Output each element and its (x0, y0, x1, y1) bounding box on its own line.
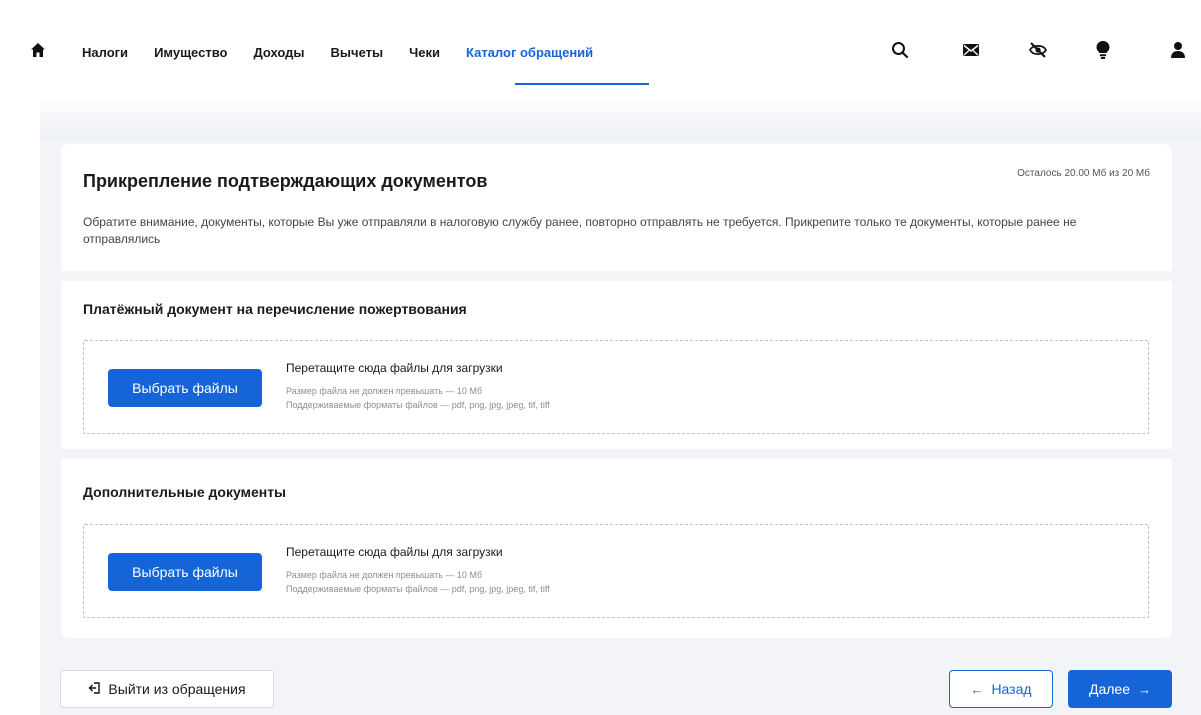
notice-text: Обратите внимание, документы, которые Вы… (83, 215, 1077, 246)
arrow-right-icon: → (1138, 681, 1151, 697)
back-button-label: Назад (991, 681, 1032, 697)
eye-off-icon[interactable] (1028, 40, 1048, 60)
nav-item-appeals-catalog[interactable]: Каталог обращений (466, 45, 593, 60)
file-size-hint: Размер файла не должен превышать — 10 Мб (286, 570, 483, 580)
choose-files-button[interactable]: Выбрать файлы (108, 369, 262, 407)
lightbulb-icon[interactable] (1093, 40, 1113, 60)
choose-files-button[interactable]: Выбрать файлы (108, 553, 262, 591)
home-icon[interactable] (30, 42, 46, 58)
active-tab-indicator (515, 83, 649, 85)
file-formats-hint: Поддерживаемые форматы файлов — pdf, png… (286, 584, 550, 594)
exit-button-label: Выйти из обращения (108, 681, 246, 697)
file-formats-hint: Поддерживаемые форматы файлов — pdf, png… (286, 400, 550, 410)
nav-item-receipts[interactable]: Чеки (409, 45, 440, 60)
section-title-additional-documents: Дополнительные документы (83, 484, 286, 500)
section-title-payment-document: Платёжный документ на перечисление пожер… (83, 301, 467, 317)
content-top-shadow (40, 100, 1201, 140)
file-dropzone[interactable]: Выбрать файлы Перетащите сюда файлы для … (83, 524, 1149, 618)
document-attachment-card: Прикрепление подтверждающих документов О… (61, 144, 1172, 638)
arrow-left-icon: ← (970, 681, 984, 697)
file-size-hint: Размер файла не должен превышать — 10 Мб (286, 386, 483, 396)
storage-quota: Осталось 20.00 Мб из 20 Мб (1017, 168, 1150, 179)
nav-item-deductions[interactable]: Вычеты (331, 45, 384, 60)
nav-item-taxes[interactable]: Налоги (82, 45, 128, 60)
dropzone-title: Перетащите сюда файлы для загрузки (286, 361, 503, 375)
search-icon[interactable] (890, 40, 910, 60)
page-title: Прикрепление подтверждающих документов (83, 171, 488, 191)
nav-item-income[interactable]: Доходы (253, 45, 304, 60)
user-icon[interactable] (1168, 40, 1188, 60)
back-button[interactable]: ← Назад (949, 670, 1053, 708)
nav-item-property[interactable]: Имущество (154, 45, 227, 60)
section-divider (61, 271, 1172, 281)
top-navigation-bar: Налоги Имущество Доходы Вычеты Чеки Ката… (0, 0, 1201, 100)
exit-appeal-button[interactable]: Выйти из обращения (60, 670, 274, 708)
main-nav: Налоги Имущество Доходы Вычеты Чеки Ката… (82, 45, 619, 60)
dropzone-title: Перетащите сюда файлы для загрузки (286, 545, 503, 559)
mail-icon[interactable] (961, 40, 981, 60)
file-dropzone[interactable]: Выбрать файлы Перетащите сюда файлы для … (83, 340, 1149, 434)
section-divider (61, 449, 1172, 459)
next-button[interactable]: Далее → (1068, 670, 1172, 708)
card-header: Прикрепление подтверждающих документов О… (61, 144, 1172, 271)
exit-icon (88, 681, 101, 697)
next-button-label: Далее (1088, 681, 1130, 697)
